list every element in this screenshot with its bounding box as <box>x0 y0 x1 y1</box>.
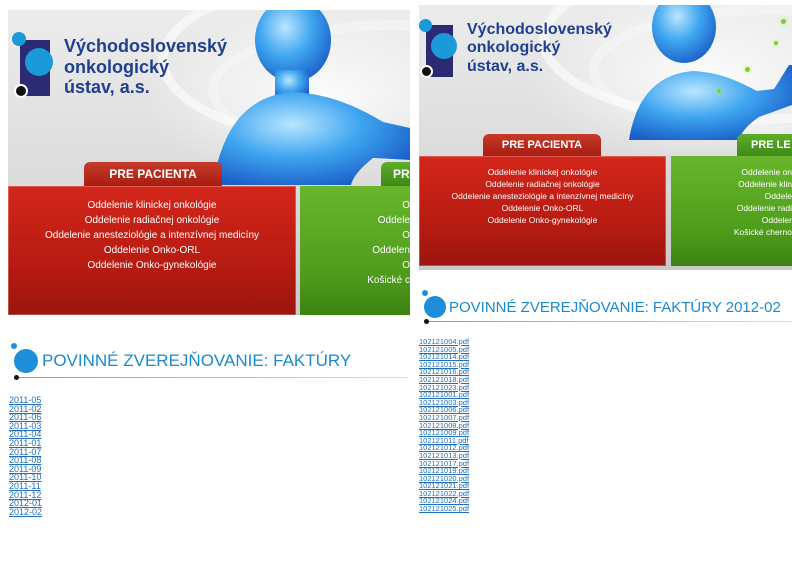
green-link[interactable]: Oddelenie klin <box>671 178 792 190</box>
green-link[interactable]: O <box>300 228 410 243</box>
link-onko-orl[interactable]: Oddelenie Onko-ORL <box>8 243 296 258</box>
heading-dot-bottom-icon <box>424 319 429 324</box>
green-menu: Oddelenie on Oddelenie klin Oddele Oddel… <box>671 156 792 266</box>
month-list: 2011-05 2011-02 2011-06 2011-03 2011-04 … <box>9 396 42 516</box>
heading-circle-icon <box>14 349 38 373</box>
green-link[interactable]: Oddelen <box>300 243 410 258</box>
patient-menu: Oddelenie klinickej onkológie Oddelenie … <box>419 156 666 266</box>
month-link[interactable]: 2012-02 <box>9 507 42 517</box>
left-screenshot: Východoslovenský onkologický ústav, a.s.… <box>0 0 410 563</box>
tab-pre-lekara[interactable]: PRE LE <box>737 134 792 156</box>
link-radiacna-onkologia[interactable]: Oddelenie radiačnej onkológie <box>8 213 296 228</box>
green-link[interactable]: Oddelenie radi <box>671 202 792 214</box>
logo[interactable] <box>419 19 459 79</box>
link-onko-gynekologia[interactable]: Oddelenie Onko-gynekológie <box>419 214 666 226</box>
blue-human-figure <box>629 5 792 140</box>
green-link[interactable]: O <box>300 258 410 273</box>
green-link[interactable]: Oddeler <box>671 214 792 226</box>
heading-dot-bottom-icon <box>14 375 19 380</box>
link-onko-gynekologia[interactable]: Oddelenie Onko-gynekológie <box>8 258 296 273</box>
green-menu: O Oddele O Oddelen O Košické c <box>300 186 410 315</box>
page-heading: POVINNÉ ZVEREJŇOVANIE: FAKTÚRY <box>14 349 351 373</box>
heading-divider <box>428 321 792 322</box>
link-radiacna-onkologia[interactable]: Oddelenie radiačnej onkológie <box>419 178 666 190</box>
link-klinicka-onkologia[interactable]: Oddelenie klinickej onkológie <box>8 198 296 213</box>
green-link[interactable]: Oddele <box>300 213 410 228</box>
tab-green[interactable]: PR <box>381 162 410 186</box>
right-screenshot: Východoslovenský onkologický ústav, a.s.… <box>414 0 792 563</box>
site-header: Východoslovenský onkologický ústav, a.s.… <box>8 10 410 315</box>
heading-divider <box>18 377 408 378</box>
org-name: Východoslovenský onkologický ústav, a.s. <box>467 21 612 75</box>
link-anesteziologia[interactable]: Oddelenie anesteziológie a intenzívnej m… <box>419 190 666 202</box>
green-link[interactable]: Oddele <box>671 190 792 202</box>
page-heading: POVINNÉ ZVEREJŇOVANIE: FAKTÚRY 2012-02 <box>424 296 781 318</box>
tab-pre-pacienta[interactable]: PRE PACIENTA <box>483 134 601 156</box>
green-link[interactable]: O <box>300 198 410 213</box>
invoice-file-list: 102121004.pdf 102121005.pdf 102121014.pd… <box>419 338 469 513</box>
link-onko-orl[interactable]: Oddelenie Onko-ORL <box>419 202 666 214</box>
blue-human-figure <box>213 10 410 185</box>
patient-menu: Oddelenie klinickej onkológie Oddelenie … <box>8 186 296 315</box>
link-klinicka-onkologia[interactable]: Oddelenie klinickej onkológie <box>419 166 666 178</box>
logo[interactable] <box>12 32 56 98</box>
tab-pre-pacienta[interactable]: PRE PACIENTA <box>84 162 222 186</box>
green-link[interactable]: Oddelenie on <box>671 166 792 178</box>
green-link[interactable]: Košické c <box>300 273 410 288</box>
green-link[interactable]: Košické cherno <box>671 226 792 238</box>
link-anesteziologia[interactable]: Oddelenie anesteziológie a intenzívnej m… <box>8 228 296 243</box>
heading-circle-icon <box>424 296 446 318</box>
site-header: Východoslovenský onkologický ústav, a.s.… <box>419 5 792 270</box>
invoice-file-link[interactable]: 102121025.pdf <box>419 505 469 513</box>
